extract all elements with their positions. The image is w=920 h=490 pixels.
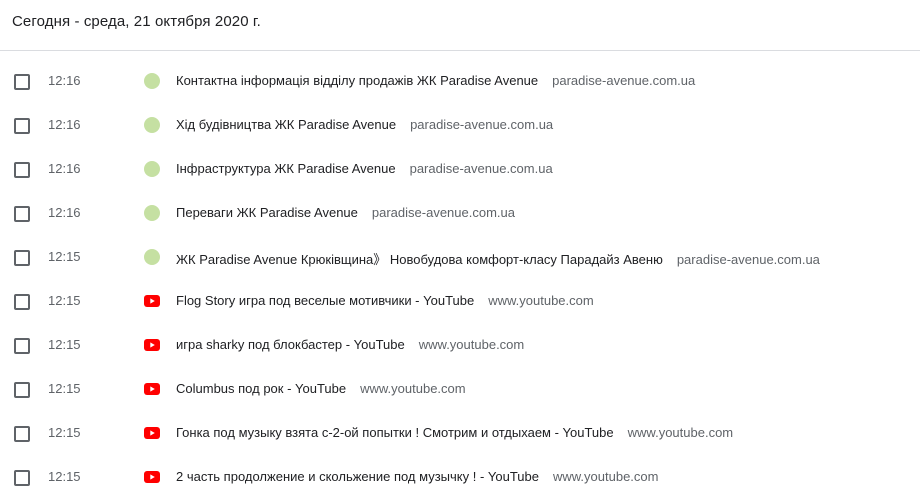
entry-checkbox[interactable] bbox=[14, 118, 30, 134]
site-favicon-icon bbox=[144, 205, 160, 221]
history-entry: 12:15 2 часть продолжение и скольжение п… bbox=[0, 455, 920, 490]
history-entry: 12:16 Інфраструктура ЖК Paradise Avenue p… bbox=[0, 147, 920, 191]
history-entry: 12:15 Гонка под музыку взята с-2-ой попы… bbox=[0, 411, 920, 455]
entry-title-link[interactable]: Columbus под рок - YouTube bbox=[176, 381, 346, 396]
history-entry: 12:16 Хід будівництва ЖК Paradise Avenue… bbox=[0, 103, 920, 147]
entry-title-link[interactable]: Інфраструктура ЖК Paradise Avenue bbox=[176, 161, 396, 176]
entry-time: 12:16 bbox=[48, 161, 81, 176]
entry-checkbox[interactable] bbox=[14, 206, 30, 222]
site-favicon-icon bbox=[144, 117, 160, 133]
site-favicon-icon bbox=[144, 73, 160, 89]
youtube-icon bbox=[144, 339, 160, 351]
history-entry: 12:15 ЖК Paradise Avenue Крюківщина》 Нов… bbox=[0, 235, 920, 279]
history-list: 12:16 Контактна інформація відділу прода… bbox=[0, 59, 920, 490]
youtube-icon bbox=[144, 427, 160, 439]
entry-time: 12:15 bbox=[48, 293, 81, 308]
entry-title-link[interactable]: Гонка под музыку взята с-2-ой попытки ! … bbox=[176, 425, 614, 440]
history-entry: 12:15 Columbus под рок - YouTube www.yout… bbox=[0, 367, 920, 411]
entry-time: 12:16 bbox=[48, 205, 81, 220]
entry-time: 12:16 bbox=[48, 73, 81, 88]
entry-checkbox[interactable] bbox=[14, 74, 30, 90]
site-favicon-icon bbox=[144, 249, 160, 265]
entry-checkbox[interactable] bbox=[14, 426, 30, 442]
entry-time: 12:15 bbox=[48, 469, 81, 484]
entry-domain: paradise-avenue.com.ua bbox=[371, 205, 515, 220]
entry-domain: www.youtube.com bbox=[488, 293, 594, 308]
entry-domain: www.youtube.com bbox=[627, 425, 734, 440]
entry-checkbox[interactable] bbox=[14, 250, 30, 266]
history-entry: 12:16 Контактна інформація відділу прода… bbox=[0, 59, 920, 103]
entry-domain: paradise-avenue.com.ua bbox=[410, 117, 554, 132]
entry-checkbox[interactable] bbox=[14, 470, 30, 486]
entry-checkbox[interactable] bbox=[14, 162, 30, 178]
entry-title-link[interactable]: 2 часть продолжение и скольжение под муз… bbox=[176, 469, 539, 484]
entry-domain: paradise-avenue.com.ua bbox=[552, 73, 696, 88]
entry-domain: www.youtube.com bbox=[360, 381, 466, 396]
youtube-icon bbox=[144, 383, 160, 395]
entry-time: 12:15 bbox=[48, 249, 81, 264]
entry-time: 12:15 bbox=[48, 337, 81, 352]
entry-title-link[interactable]: игра sharky под блокбастер - YouTube bbox=[176, 337, 405, 352]
entry-domain: paradise-avenue.com.ua bbox=[409, 161, 553, 176]
youtube-icon bbox=[144, 471, 160, 483]
history-entry: 12:15 Flog Story игра под веселые мотивч… bbox=[0, 279, 920, 323]
history-entry: 12:15 игра sharky под блокбастер - YouTu… bbox=[0, 323, 920, 367]
entry-domain: paradise-avenue.com.ua bbox=[676, 252, 820, 267]
entry-domain: www.youtube.com bbox=[552, 469, 659, 484]
entry-domain: www.youtube.com bbox=[418, 337, 525, 352]
day-title: Сегодня - среда, 21 октября 2020 г. bbox=[12, 13, 261, 30]
youtube-icon bbox=[144, 295, 160, 307]
history-entry: 12:16 Переваги ЖК Paradise Avenue paradis… bbox=[0, 191, 920, 235]
entry-checkbox[interactable] bbox=[14, 294, 30, 310]
entry-time: 12:15 bbox=[48, 425, 81, 440]
entry-title-link[interactable]: ЖК Paradise Avenue Крюківщина》 Новобудов… bbox=[176, 252, 663, 267]
entry-title-link[interactable]: Хід будівництва ЖК Paradise Avenue bbox=[176, 117, 396, 132]
entry-checkbox[interactable] bbox=[14, 338, 30, 354]
entry-time: 12:16 bbox=[48, 117, 81, 132]
entry-title-link[interactable]: Переваги ЖК Paradise Avenue bbox=[176, 205, 358, 220]
history-day-header: Сегодня - среда, 21 октября 2020 г. bbox=[0, 0, 920, 51]
entry-checkbox[interactable] bbox=[14, 382, 30, 398]
entry-title-link[interactable]: Flog Story игра под веселые мотивчики - … bbox=[176, 293, 474, 308]
entry-time: 12:15 bbox=[48, 381, 81, 396]
site-favicon-icon bbox=[144, 161, 160, 177]
entry-title-link[interactable]: Контактна інформація відділу продажів ЖК… bbox=[176, 73, 538, 88]
